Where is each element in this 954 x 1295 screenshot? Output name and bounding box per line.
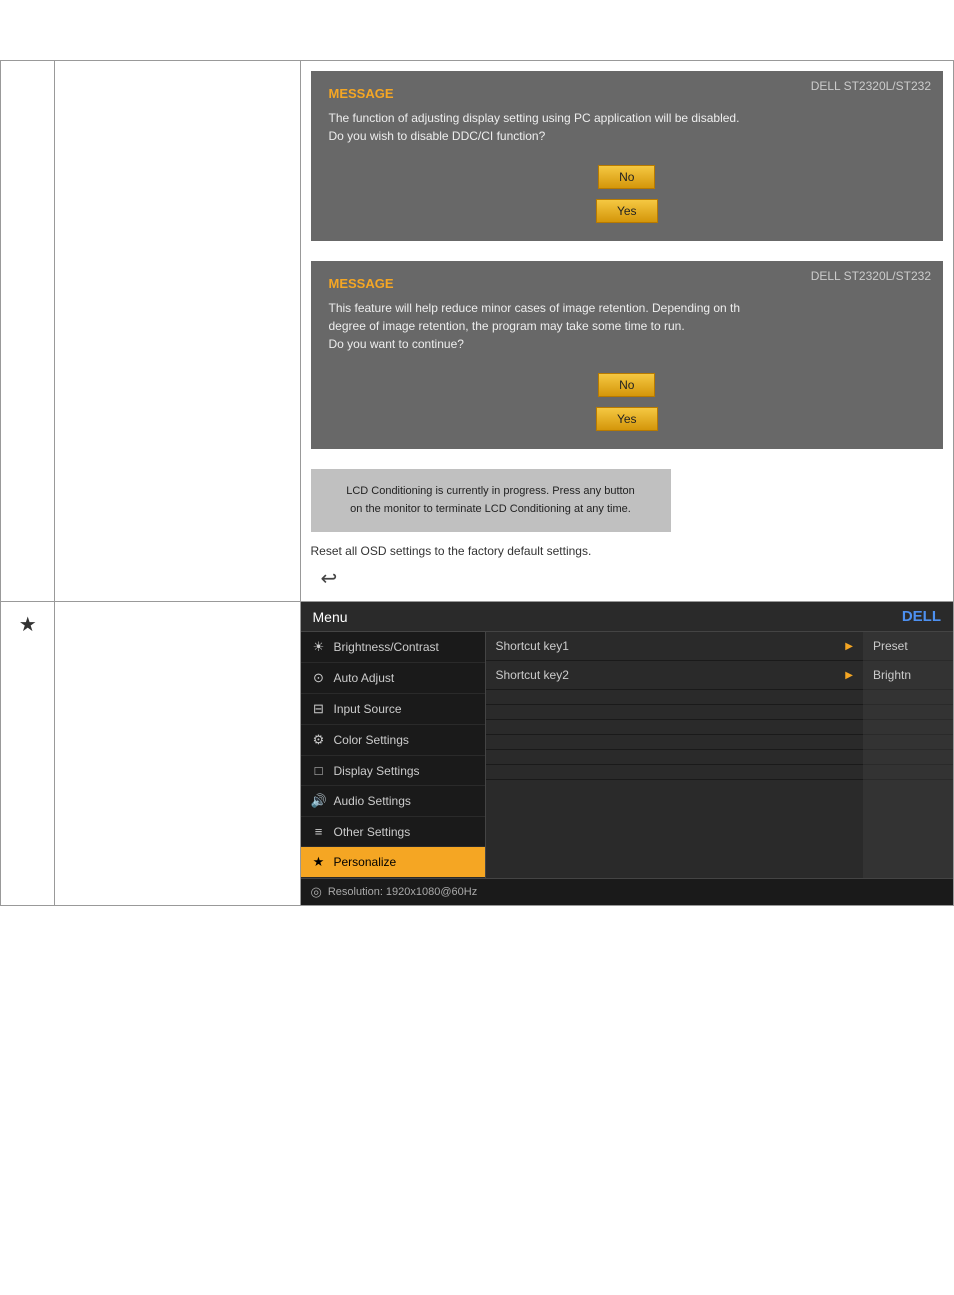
menu-item-color-settings[interactable]: ⚙ Color Settings [301, 725, 485, 756]
menu-header-label: Menu [313, 609, 348, 625]
dialog-lcd: DELL ST2320L/ST232 MESSAGE This feature … [311, 261, 944, 449]
menu-item-audio-settings[interactable]: 🔊 Audio Settings [301, 786, 485, 817]
menu-container: Menu DELL ☀ Brightness/Contrast ⊙ Auto A… [301, 602, 954, 905]
dialog2-no-button[interactable]: No [598, 373, 655, 397]
dialog1-buttons: No Yes [329, 165, 926, 223]
display-settings-icon: □ [311, 763, 327, 778]
bottom-content-cell: Menu DELL ☀ Brightness/Contrast ⊙ Auto A… [300, 602, 954, 906]
menu-item-audio-settings-label: Audio Settings [334, 794, 411, 808]
top-star-cell [1, 61, 55, 602]
lcd-conditioning-box: LCD Conditioning is currently in progres… [311, 469, 671, 532]
dialog2-body: This feature will help reduce minor case… [329, 299, 926, 353]
menu-item-brightness-label: Brightness/Contrast [334, 640, 439, 654]
dialog1-brand: DELL ST2320L/ST232 [811, 79, 931, 93]
menu-item-color-settings-label: Color Settings [334, 733, 409, 747]
dialog1-yes-button[interactable]: Yes [596, 199, 658, 223]
top-empty-cell [55, 61, 300, 602]
menu-item-personalize-label: Personalize [334, 855, 397, 869]
middle-empty5 [486, 750, 864, 765]
menu-item-display-settings[interactable]: □ Display Settings [301, 756, 485, 786]
bottom-empty-cell [55, 602, 300, 906]
menu-item-input-source-label: Input Source [334, 702, 402, 716]
dialog2-brand: DELL ST2320L/ST232 [811, 269, 931, 283]
shortcut-key1-arrow: ▶ [845, 641, 853, 652]
auto-adjust-icon: ⊙ [311, 670, 327, 686]
menu-item-personalize[interactable]: ★ Personalize [301, 847, 485, 878]
menu-left-panel: ☀ Brightness/Contrast ⊙ Auto Adjust ⊟ In… [301, 632, 486, 878]
dialog1-no-button[interactable]: No [598, 165, 655, 189]
input-source-icon: ⊟ [311, 701, 327, 717]
menu-item-auto-adjust-label: Auto Adjust [334, 671, 395, 685]
reset-text: Reset all OSD settings to the factory de… [311, 544, 944, 558]
menu-header: Menu DELL [301, 602, 954, 632]
shortcut-key2-label: Shortcut key2 [496, 668, 569, 682]
shortcut-key2-row[interactable]: Shortcut key2 ▶ [486, 661, 864, 690]
brightness-icon: ☀ [311, 639, 327, 655]
dialog-ddc: DELL ST2320L/ST232 MESSAGE The function … [311, 71, 944, 241]
menu-right-panel: Preset Brightn [863, 632, 953, 878]
menu-item-brightness[interactable]: ☀ Brightness/Contrast [301, 632, 485, 663]
right-empty1 [863, 690, 953, 705]
dialog2-buttons: No Yes [329, 373, 926, 431]
menu-item-display-settings-label: Display Settings [334, 764, 420, 778]
menu-footer: ◎ Resolution: 1920x1080@60Hz [301, 878, 954, 905]
right-item-preset: Preset [863, 632, 953, 661]
middle-empty3 [486, 720, 864, 735]
shortcut-key1-label: Shortcut key1 [496, 639, 569, 653]
shortcut-key2-arrow: ▶ [845, 670, 853, 681]
middle-empty2 [486, 705, 864, 720]
menu-middle-panel: Shortcut key1 ▶ Shortcut key2 ▶ [486, 632, 864, 878]
menu-header-brand: DELL [902, 608, 941, 625]
footer-resolution-text: Resolution: 1920x1080@60Hz [328, 886, 477, 898]
right-empty5 [863, 750, 953, 765]
right-empty4 [863, 735, 953, 750]
right-empty2 [863, 705, 953, 720]
menu-columns: ☀ Brightness/Contrast ⊙ Auto Adjust ⊟ In… [301, 632, 954, 878]
right-item-brightn: Brightn [863, 661, 953, 690]
personalize-icon: ★ [311, 854, 327, 870]
top-content-cell: DELL ST2320L/ST232 MESSAGE The function … [300, 61, 954, 602]
middle-empty4 [486, 735, 864, 750]
bottom-star-cell: ★ [1, 602, 55, 906]
footer-icon: ◎ [311, 884, 322, 900]
right-empty6 [863, 765, 953, 780]
dialog1-body: The function of adjusting display settin… [329, 109, 926, 145]
menu-item-other-settings-label: Other Settings [334, 825, 411, 839]
other-settings-icon: ≡ [311, 824, 327, 839]
color-settings-icon: ⚙ [311, 732, 327, 748]
middle-empty1 [486, 690, 864, 705]
reset-icon: ↩ [321, 568, 338, 590]
menu-item-input-source[interactable]: ⊟ Input Source [301, 694, 485, 725]
menu-item-other-settings[interactable]: ≡ Other Settings [301, 817, 485, 847]
shortcut-key1-row[interactable]: Shortcut key1 ▶ [486, 632, 864, 661]
dialog2-yes-button[interactable]: Yes [596, 407, 658, 431]
audio-settings-icon: 🔊 [311, 793, 327, 809]
middle-empty6 [486, 765, 864, 780]
menu-item-auto-adjust[interactable]: ⊙ Auto Adjust [301, 663, 485, 694]
right-empty3 [863, 720, 953, 735]
